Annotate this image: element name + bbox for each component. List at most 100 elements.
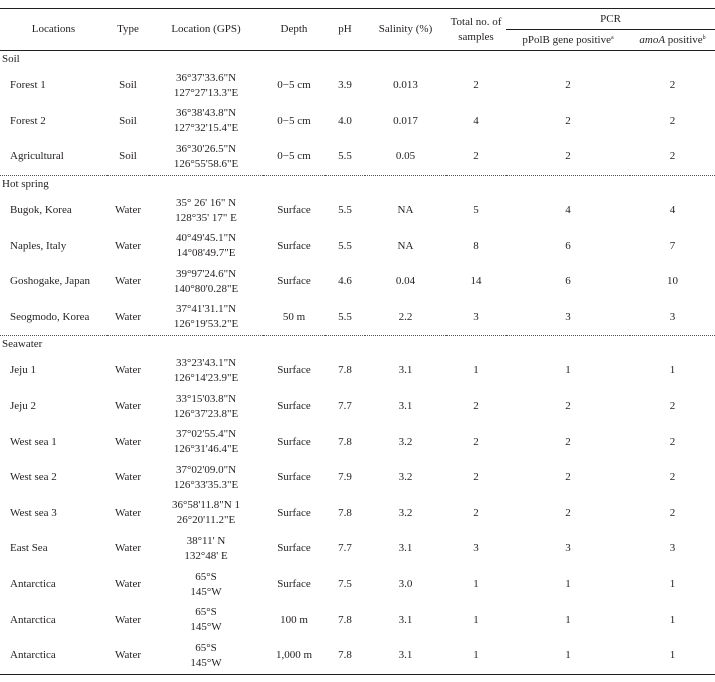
type-cell: Water bbox=[115, 275, 141, 288]
gps-cell: 36°58'11.8"N 1 26°20'11.2"E bbox=[149, 496, 263, 532]
gps-cell: 36°38'43.8"N 127°32'15.4"E bbox=[149, 104, 263, 140]
location-cell: Forest 2 bbox=[10, 114, 46, 127]
ph-cell: 4.0 bbox=[338, 114, 352, 127]
total-samples-cell: 1 bbox=[446, 637, 506, 675]
salinity-cell: 3.1 bbox=[398, 364, 413, 377]
depth-cell: Surface bbox=[277, 542, 311, 555]
ph-cell: 7.8 bbox=[338, 435, 352, 448]
depth-cell: Surface bbox=[277, 275, 311, 288]
type-cell: Water bbox=[115, 471, 141, 484]
depth-cell: 0−5 cm bbox=[277, 79, 311, 92]
depth-cell: Surface bbox=[277, 204, 311, 217]
location-cell: Goshogake, Japan bbox=[10, 275, 91, 288]
gps-cell: 39°97'24.6"N 140°80'0.28"E bbox=[149, 264, 263, 300]
amoa-positive-cell: 3 bbox=[669, 542, 676, 555]
type-cell: Soil bbox=[107, 139, 149, 176]
salinity-cell: 3.1 bbox=[398, 400, 413, 413]
gps-latitude: 40°49'45.1"N bbox=[175, 232, 237, 245]
location-cell: Antarctica bbox=[0, 637, 107, 675]
gps-latitude: 33°23'43.1"N bbox=[175, 356, 237, 369]
header-depth: Depth bbox=[263, 8, 325, 51]
gps-longitude: 127°32'15.4"E bbox=[173, 122, 239, 135]
ppolb-positive-cell: 2 bbox=[506, 139, 630, 176]
depth-cell: Surface bbox=[277, 435, 311, 448]
amoa-positive-cell: 10 bbox=[667, 275, 678, 288]
gps-longitude: 126°19'53.2"E bbox=[173, 318, 239, 331]
section-title: Soil bbox=[2, 53, 20, 65]
type-cell: Water bbox=[107, 637, 149, 675]
location-cell: East Sea bbox=[10, 542, 48, 555]
type-cell: Water bbox=[115, 400, 141, 413]
header-ppolb-footnote: a bbox=[610, 34, 614, 41]
gps-cell: 35° 26' 16" N 128°35' 17" E bbox=[149, 193, 263, 229]
location-cell: Bugok, Korea bbox=[10, 204, 72, 217]
gps-longitude: 145°W bbox=[190, 621, 222, 634]
ppolb-positive-cell: 2 bbox=[565, 506, 571, 519]
sample-table: Locations Type Location (GPS) Depth pH S… bbox=[0, 8, 715, 675]
section-row: Soil bbox=[0, 51, 715, 69]
total-samples-cell: 8 bbox=[473, 239, 479, 252]
gps-latitude: 37°02'09.0"N bbox=[175, 463, 237, 476]
amoa-positive-cell: 2 bbox=[669, 435, 676, 448]
location-cell: West sea 2 bbox=[10, 471, 57, 484]
table-row: Naples, Italy Water 40°49'45.1"N 14°08'49.7… bbox=[0, 228, 715, 264]
ppolb-positive-cell: 1 bbox=[506, 637, 630, 675]
type-cell: Water bbox=[115, 613, 141, 626]
amoa-positive-cell: 2 bbox=[630, 139, 715, 176]
amoa-positive-cell: 7 bbox=[669, 239, 676, 252]
gps-cell: 40°49'45.1"N 14°08'49.7"E bbox=[149, 228, 263, 264]
salinity-cell: 3.1 bbox=[398, 613, 413, 626]
ppolb-positive-cell: 1 bbox=[565, 578, 571, 591]
header-gps: Location (GPS) bbox=[149, 8, 263, 51]
amoa-positive-cell: 2 bbox=[669, 506, 676, 519]
gps-longitude: 127°27'13.3"E bbox=[173, 86, 239, 99]
header-amoa-label: positive bbox=[665, 33, 703, 46]
location-cell: West sea 3 bbox=[10, 506, 57, 519]
type-cell: Water bbox=[115, 364, 141, 377]
gps-longitude: 26°20'11.2"E bbox=[176, 514, 236, 527]
total-samples-cell: 1 bbox=[473, 364, 479, 377]
ppolb-positive-cell: 1 bbox=[565, 364, 571, 377]
ppolb-positive-cell: 3 bbox=[506, 299, 630, 337]
header-locations: Locations bbox=[0, 8, 107, 51]
gps-cell: 36°30'26.5"N 126°55'58.6"E bbox=[149, 139, 263, 176]
salinity-cell: 3.2 bbox=[398, 506, 413, 519]
ph-cell: 7.7 bbox=[338, 542, 352, 555]
gps-longitude: 126°55'58.6"E bbox=[173, 157, 239, 170]
amoa-positive-cell: 1 bbox=[669, 613, 676, 626]
total-samples-cell: 2 bbox=[473, 471, 479, 484]
salinity-cell: 3.1 bbox=[398, 542, 413, 555]
header-amoa-gene: amoA bbox=[639, 33, 666, 46]
ppolb-positive-cell: 1 bbox=[565, 613, 571, 626]
amoa-positive-cell: 2 bbox=[669, 79, 676, 92]
section-title: Seawater bbox=[2, 338, 43, 351]
salinity-cell: NA bbox=[397, 239, 414, 252]
type-cell: Water bbox=[115, 578, 141, 591]
gps-latitude: 36°38'43.8"N bbox=[175, 107, 237, 120]
header-ppolb: pPolB gene positivea bbox=[506, 29, 630, 51]
ppolb-positive-cell: 2 bbox=[565, 114, 571, 127]
gps-longitude: 14°08'49.7"E bbox=[176, 247, 236, 260]
ppolb-positive-cell: 6 bbox=[565, 275, 571, 288]
gps-longitude: 126°37'23.8"E bbox=[173, 407, 239, 420]
type-cell: Water bbox=[115, 542, 141, 555]
gps-latitude: 65°S bbox=[195, 570, 217, 583]
gps-latitude: 65°S bbox=[195, 606, 217, 619]
header-salinity: Salinity (%) bbox=[365, 8, 446, 51]
total-samples-cell: 3 bbox=[446, 299, 506, 337]
salinity-cell: 3.0 bbox=[398, 578, 413, 591]
table-row: Antarctica Water 65°S 145°W 1,000 m 7.8 3.1 1 1 1 bbox=[0, 637, 715, 675]
location-cell: Naples, Italy bbox=[10, 239, 67, 252]
depth-cell: Surface bbox=[277, 506, 311, 519]
table-row: Seogmodo, Korea Water 37°41'31.1"N 126°19'5… bbox=[0, 299, 715, 337]
gps-latitude: 36°30'26.5"N bbox=[175, 142, 237, 155]
ppolb-positive-cell: 2 bbox=[565, 471, 571, 484]
table-row: Forest 2 Soil 36°38'43.8"N 127°32'15.4"E 0−5… bbox=[0, 104, 715, 140]
depth-cell: Surface bbox=[277, 239, 311, 252]
gps-cell: 38°11' N 132°48' E bbox=[149, 531, 263, 567]
total-samples-cell: 1 bbox=[473, 613, 479, 626]
depth-cell: Surface bbox=[277, 364, 311, 377]
table-row: Agricultural Soil 36°30'26.5"N 126°55'58.6"… bbox=[0, 139, 715, 176]
table-row: West sea 1 Water 37°02'55.4"N 126°31'46.4"E… bbox=[0, 424, 715, 460]
table-row: Antarctica Water 65°S 145°W Surface 7.5 3.0 1 1 1 bbox=[0, 567, 715, 603]
